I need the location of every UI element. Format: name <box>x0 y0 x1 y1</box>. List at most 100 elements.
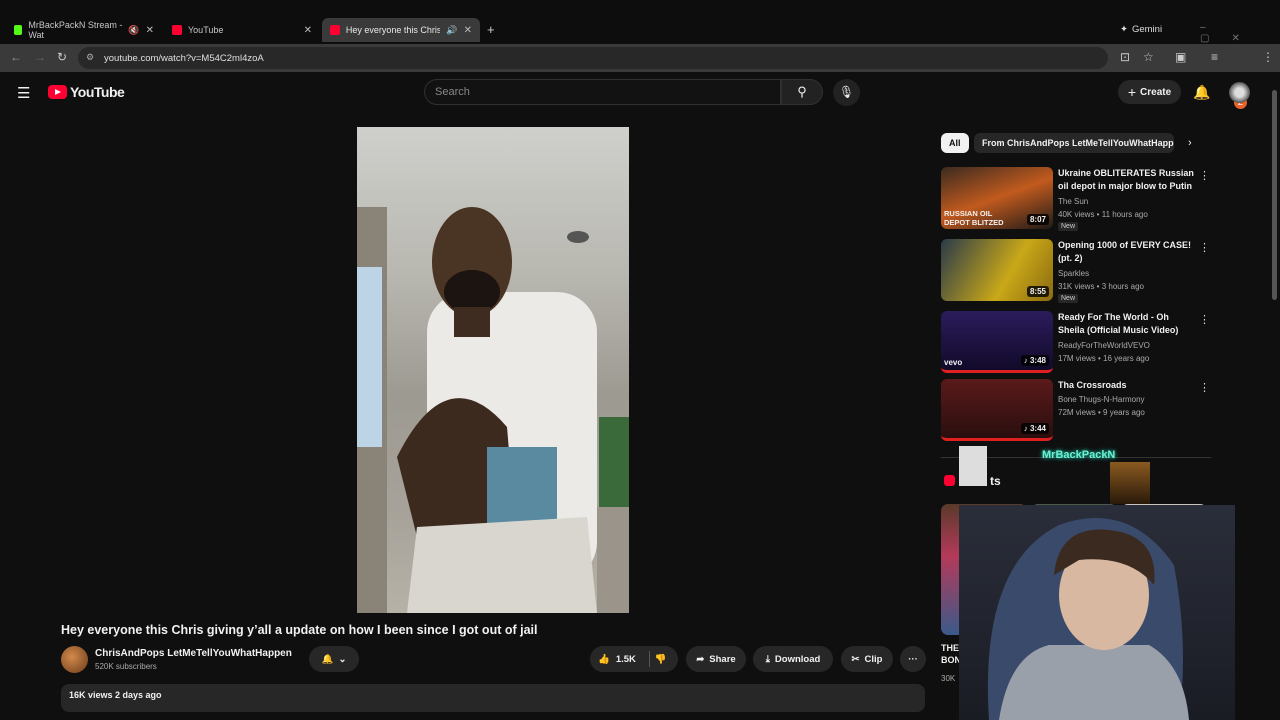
shorts-icon <box>944 475 955 486</box>
webcam-overlay <box>959 505 1235 720</box>
forward-icon[interactable]: → <box>34 50 46 64</box>
thumbnail-text: RUSSIAN OIL DEPOT BLITZED <box>944 209 1004 227</box>
like-button[interactable]: 👍 1.5K <box>598 654 636 665</box>
window-controls[interactable]: –▢✕ <box>1200 22 1280 44</box>
more-actions-button[interactable]: ··· <box>900 646 926 672</box>
chevron-right-icon[interactable]: › <box>1188 137 1192 149</box>
tab-label: YouTube <box>188 25 224 35</box>
rec-title[interactable]: Ready For The World - Oh Sheila (Officia… <box>1058 311 1196 337</box>
tab-label: Hey everyone this Chris giv <box>345 25 441 35</box>
chip-all[interactable]: All <box>941 133 969 153</box>
rec-meta: 72M views • 9 years ago <box>1058 408 1145 417</box>
search-icon: ⚲ <box>797 84 807 99</box>
rec-thumbnail[interactable]: RUSSIAN OIL DEPOT BLITZED 8:07 <box>941 167 1053 229</box>
rec-channel[interactable]: ReadyForTheWorldVEVO <box>1058 339 1150 352</box>
rec-thumbnail[interactable]: ♪ 3:44 <box>941 379 1053 441</box>
like-count: 1.5K <box>615 653 636 665</box>
share-button[interactable]: ➦ Share <box>686 646 746 672</box>
video-player[interactable] <box>357 127 629 613</box>
rec-title[interactable]: Ukraine OBLITERATES Russian oil depot in… <box>1058 167 1196 193</box>
address-bar-row: ← → ↻ ⚙ youtube.com/watch?v=M54C2ml4zoA … <box>0 44 1280 109</box>
audio-icon[interactable]: 🔊 <box>446 25 457 36</box>
create-button[interactable]: + Create <box>1118 80 1181 104</box>
url-text: youtube.com/watch?v=M54C2ml4zoA <box>104 52 264 64</box>
search-button[interactable]: ⚲ <box>781 79 823 105</box>
new-tab-icon[interactable]: + <box>487 22 495 37</box>
url-field[interactable]: ⚙ youtube.com/watch?v=M54C2ml4zoA <box>78 47 1108 69</box>
tab-video[interactable]: Hey everyone this Chris giv 🔊 ✕ <box>322 18 480 42</box>
tab-stream[interactable]: MrBackPackN Stream - Wat 🔇 ✕ <box>6 18 162 42</box>
divider <box>648 651 650 667</box>
channel-name[interactable]: ChrisAndPops LetMeTellYouWhatHappen <box>95 648 292 659</box>
mic-button[interactable]: 🎙 <box>833 79 860 106</box>
install-icon[interactable]: ⊡ <box>1120 50 1130 64</box>
tab-label: MrBackPackN Stream - Wat <box>28 20 123 40</box>
dislike-button[interactable]: 👎 <box>655 654 667 665</box>
site-info-icon[interactable]: ⚙ <box>86 52 94 63</box>
more-vertical-icon[interactable]: ⋮ <box>1199 381 1210 394</box>
rec-meta: 17M views • 16 years ago <box>1058 354 1150 363</box>
kick-icon <box>14 25 23 35</box>
rec-video[interactable]: vevo ♪ 3:48 Ready For The World - Oh She… <box>941 311 1211 375</box>
bookmark-star-icon[interactable]: ☆ <box>1143 50 1154 64</box>
gemini-button[interactable]: ✦ Gemini <box>1120 20 1180 38</box>
rec-title[interactable]: Opening 1000 of EVERY CASE! (pt. 2) <box>1058 239 1196 265</box>
close-icon[interactable]: ✕ <box>304 25 312 36</box>
bell-icon: 🔔 <box>321 653 334 665</box>
thumbs-down-icon: 👎 <box>654 653 667 665</box>
chip-from-channel[interactable]: From ChrisAndPops LetMeTellYouWhatHappe <box>974 133 1174 153</box>
more-vertical-icon[interactable]: ⋮ <box>1199 241 1210 254</box>
download-icon: ⤓ <box>765 653 770 665</box>
logo-text: YouTube <box>70 84 125 100</box>
description-box[interactable]: 16K views 2 days ago <box>61 684 925 712</box>
account-avatar[interactable] <box>1229 82 1250 103</box>
rec-video[interactable]: RUSSIAN OIL DEPOT BLITZED 8:07 Ukraine O… <box>941 167 1211 231</box>
overlay-image <box>959 446 987 486</box>
youtube-icon <box>330 25 340 35</box>
tab-youtube[interactable]: YouTube ✕ <box>164 18 320 42</box>
extension-icon[interactable]: ▣ <box>1175 50 1186 64</box>
back-icon[interactable]: ← <box>10 50 22 64</box>
notification-bell-button[interactable]: 🔔 ⌄ <box>309 646 359 672</box>
close-icon[interactable]: ✕ <box>464 25 472 36</box>
streamer-name-overlay: MrBackPackN <box>1042 449 1116 461</box>
rec-title[interactable]: Tha Crossroads <box>1058 379 1196 392</box>
menu-dots-icon[interactable]: ⋮ <box>1262 50 1274 64</box>
media-icon[interactable]: ≡ <box>1211 50 1218 64</box>
reload-icon[interactable]: ↻ <box>57 50 67 64</box>
sparkle-icon: ✦ <box>1120 23 1128 35</box>
share-icon: ➦ <box>696 653 705 665</box>
mic-icon: 🎙 <box>838 85 855 99</box>
rec-thumbnail[interactable]: vevo ♪ 3:48 <box>941 311 1053 373</box>
rec-video[interactable]: 8:55 Opening 1000 of EVERY CASE! (pt. 2)… <box>941 239 1211 303</box>
browser-tab-bar: MrBackPackN Stream - Wat 🔇 ✕ YouTube ✕ H… <box>0 0 1280 44</box>
hamburger-icon[interactable]: ☰ <box>17 84 30 102</box>
thumbs-up-icon: 👍 <box>598 653 610 665</box>
duration-text: 3:44 <box>1029 424 1046 433</box>
page-scrollbar[interactable] <box>1272 90 1277 300</box>
rec-channel[interactable]: Bone Thugs-N-Harmony <box>1058 393 1145 406</box>
rec-meta: 31K views • 3 hours ago <box>1058 282 1144 291</box>
clip-button[interactable]: ✂ Clip <box>841 646 893 672</box>
shorts-heading: ts <box>990 474 1001 488</box>
channel-avatar[interactable] <box>61 646 88 673</box>
rec-channel[interactable]: The Sun <box>1058 195 1088 208</box>
new-badge: New <box>1058 294 1079 303</box>
rec-channel[interactable]: Sparkles <box>1058 267 1089 280</box>
download-label: Download <box>774 653 821 665</box>
tiger-image <box>1110 462 1150 504</box>
rec-thumbnail[interactable]: 8:55 <box>941 239 1053 301</box>
more-vertical-icon[interactable]: ⋮ <box>1199 169 1210 182</box>
bell-icon[interactable]: 🔔 <box>1193 84 1210 101</box>
like-dislike-group: 👍 1.5K 👎 <box>590 646 678 672</box>
more-vertical-icon[interactable]: ⋮ <box>1199 313 1210 326</box>
new-badge: New <box>1058 222 1079 231</box>
download-button[interactable]: ⤓ Download <box>753 646 833 672</box>
rec-video[interactable]: ♪ 3:44 Tha Crossroads Bone Thugs-N-Harmo… <box>941 379 1211 443</box>
search-input[interactable]: Search <box>424 79 781 105</box>
gemini-label: Gemini <box>1131 23 1163 35</box>
youtube-icon <box>172 25 182 35</box>
muted-icon[interactable]: 🔇 <box>128 25 139 36</box>
close-icon[interactable]: ✕ <box>146 25 154 36</box>
youtube-logo[interactable]: YouTube <box>48 84 125 100</box>
